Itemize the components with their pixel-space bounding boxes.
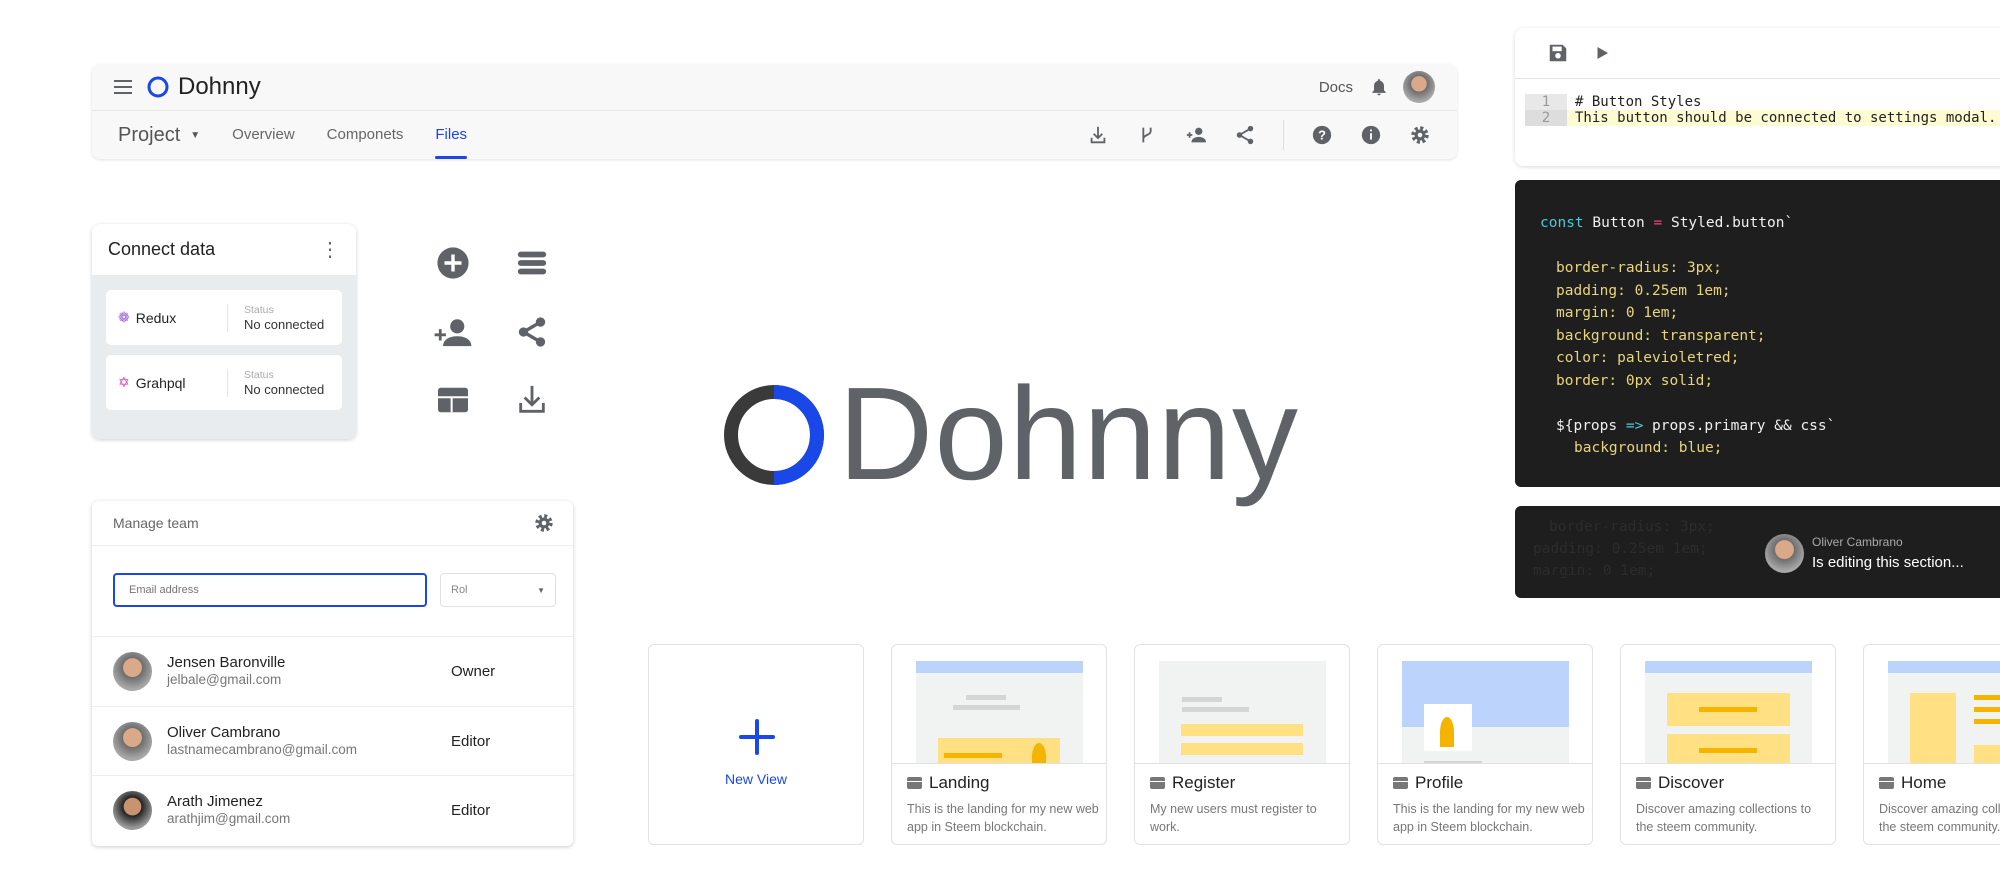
member-role[interactable]: Editor: [451, 733, 490, 750]
info-icon[interactable]: [1360, 124, 1382, 146]
view-title: Register: [1172, 773, 1236, 792]
menu-icon[interactable]: [114, 79, 134, 95]
view-description: Discover amazing collections to the stee…: [1636, 802, 1812, 834]
share-icon[interactable]: [515, 315, 549, 349]
editor-line[interactable]: # Button Styles: [1567, 94, 1701, 110]
team-member-row[interactable]: Jensen Baronville jelbale@gmail.com Owner: [92, 636, 573, 705]
add-person-icon[interactable]: [1185, 124, 1207, 146]
editing-user: Oliver Cambrano: [1812, 535, 1903, 549]
view-preview: [1864, 645, 2000, 764]
plus-icon: [739, 719, 775, 755]
share-icon[interactable]: [1234, 124, 1256, 146]
view-card-profile[interactable]: Profile This is the landing for my new w…: [1377, 644, 1593, 845]
markdown-editor[interactable]: 1 # Button Styles 2 This button should be …: [1515, 28, 2000, 166]
role-select[interactable]: Rol ▼: [440, 573, 556, 607]
app-header: Dohnny Docs Project ▼ Overview Componets…: [92, 64, 1457, 159]
web-layout-icon: [1636, 777, 1651, 789]
view-title: Landing: [929, 773, 990, 792]
avatar: [113, 721, 152, 761]
view-title: Discover: [1658, 773, 1725, 792]
web-layout-icon: [1150, 777, 1165, 789]
data-source-graphql[interactable]: ✡ Grahpql Status No connected: [106, 355, 342, 410]
tab-componets[interactable]: Componets: [327, 111, 404, 159]
save-icon[interactable]: [1547, 42, 1569, 64]
web-layout-icon: [907, 777, 922, 789]
view-card-landing[interactable]: Landing This is the landing for my new w…: [891, 644, 1107, 845]
help-icon[interactable]: ?: [1311, 124, 1333, 146]
tab-overview[interactable]: Overview: [232, 111, 295, 159]
divider: [1283, 120, 1284, 150]
view-description: This is the landing for my new web app i…: [1393, 802, 1585, 834]
redux-icon: ❁: [118, 309, 130, 325]
chevron-down-icon[interactable]: ▼: [190, 130, 200, 141]
add-circle-icon[interactable]: [436, 246, 470, 280]
code-block: const Button = Styled.button` border-rad…: [1515, 180, 2000, 487]
dohnny-logo-icon: [724, 385, 824, 485]
new-view-button[interactable]: New View: [648, 644, 864, 845]
tab-files[interactable]: Files: [435, 111, 467, 159]
view-title: Profile: [1415, 773, 1464, 792]
view-title: Home: [1901, 773, 1947, 792]
view-card-register[interactable]: Register My new users must register to w…: [1134, 644, 1350, 845]
add-person-icon[interactable]: [434, 315, 472, 349]
line-number: 2: [1525, 110, 1567, 126]
brand-name: Dohnny: [178, 73, 261, 100]
view-preview: [1621, 645, 1835, 764]
editor-line-highlighted[interactable]: This button should be connected to setti…: [1567, 110, 2000, 126]
view-card-home[interactable]: Home Discover amazing collections to the…: [1863, 644, 2000, 845]
logo-icon: [147, 76, 169, 98]
bell-icon[interactable]: [1369, 76, 1389, 98]
download-icon[interactable]: [515, 383, 549, 417]
avatar: [113, 790, 152, 830]
view-description: Discover amazing collections to the stee…: [1879, 802, 2000, 834]
view-description: My new users must register to work.: [1150, 802, 1317, 834]
editing-status: Is editing this section...: [1812, 554, 1964, 571]
line-number: 1: [1525, 94, 1567, 110]
svg-text:?: ?: [1318, 128, 1326, 143]
web-layout-icon: [1393, 777, 1408, 789]
editor-avatar: [1765, 534, 1804, 573]
download-icon[interactable]: [1087, 124, 1109, 146]
branch-icon[interactable]: [1136, 124, 1158, 146]
card-title: Manage team: [113, 515, 199, 531]
settings-icon[interactable]: [1409, 124, 1431, 146]
team-member-row[interactable]: Oliver Cambrano lastnamecambrano@gmail.co…: [92, 706, 573, 775]
member-role[interactable]: Editor: [451, 802, 490, 819]
play-icon[interactable]: [1593, 44, 1611, 62]
card-title: Connect data: [108, 239, 216, 259]
view-preview: [892, 645, 1106, 764]
view-preview: [1378, 645, 1592, 764]
docs-link[interactable]: Docs: [1319, 79, 1353, 96]
manage-team-card: Manage team Rol▼ Jensen Baronvillejelbal…: [92, 501, 573, 846]
graphql-icon: ✡: [118, 374, 130, 390]
web-layout-icon: [1879, 777, 1894, 789]
more-vert-icon[interactable]: ⋮: [320, 240, 340, 260]
project-dropdown[interactable]: Project: [118, 124, 180, 147]
new-view-label: New View: [725, 771, 787, 787]
data-source-redux[interactable]: ❁ Redux Status No connected: [106, 290, 342, 345]
collab-code-block: border-radius: 3px; padding: 0.25em 1em;…: [1515, 506, 2000, 598]
view-description: This is the landing for my new web app i…: [907, 802, 1099, 834]
storage-icon[interactable]: [515, 246, 549, 280]
email-input[interactable]: [113, 573, 427, 607]
connect-data-card: Connect data ⋮ ❁ Redux Status No connected …: [92, 224, 356, 439]
logo-text: Dohnny: [838, 360, 1299, 507]
team-member-row[interactable]: Arath Jimenez arathjim@gmail.com Editor: [92, 775, 573, 844]
chevron-down-icon: ▼: [537, 585, 545, 595]
web-layout-icon[interactable]: [436, 385, 470, 415]
settings-icon[interactable]: [533, 512, 555, 534]
view-card-discover[interactable]: Discover Discover amazing collections to…: [1620, 644, 1836, 845]
avatar: [113, 651, 152, 691]
user-avatar[interactable]: [1403, 71, 1435, 103]
view-preview: [1135, 645, 1349, 764]
member-role[interactable]: Owner: [451, 663, 495, 680]
